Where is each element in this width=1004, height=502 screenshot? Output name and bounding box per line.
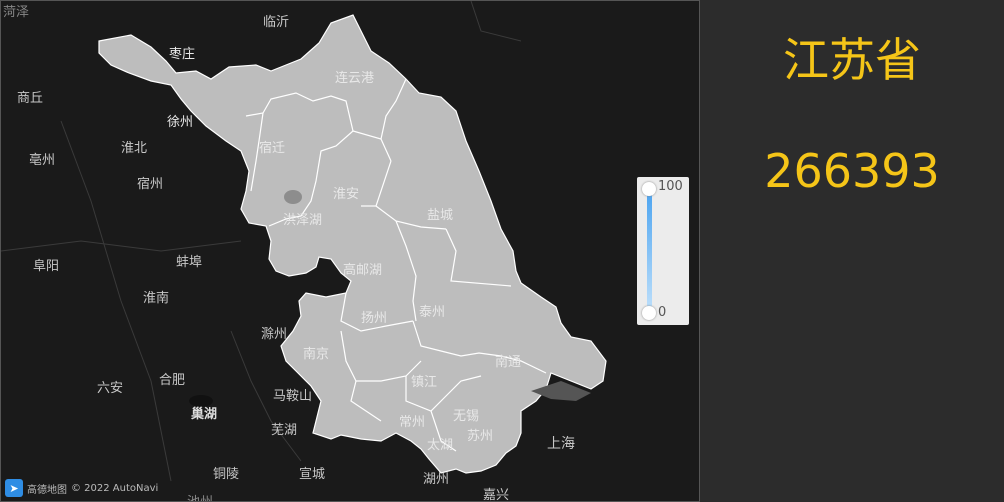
city-label: 泰州 [419,305,446,320]
map-attribution: ➤ 高德地图 © 2022 AutoNavi [5,479,158,497]
city-label: 六安 [97,381,124,396]
city-label: 常州 [399,415,426,430]
city-label: 枣庄 [169,47,196,62]
city-label: 阜阳 [33,259,60,274]
city-label: 太湖 [427,438,454,453]
city-label: 湖州 [423,472,450,487]
city-label: 滁州 [261,327,288,342]
legend-max-label: 100 [658,179,683,194]
city-label: 商丘 [17,91,44,106]
city-label: 嘉兴 [483,488,510,502]
city-label: 连云港 [335,71,375,86]
city-label: 南通 [495,355,522,370]
province-name: 江苏省 [783,33,921,87]
legend-max-handle[interactable] [642,182,656,196]
city-label: 高邮湖 [343,263,383,278]
city-label: 淮安 [333,187,360,202]
city-label: 临沂 [263,15,290,30]
city-label: 徐州 [167,115,194,130]
city-label: 洪泽湖 [283,213,323,228]
map-view[interactable]: 临沂 枣庄 商丘 徐州 淮北 亳州 宿州 宿迁 连云港 淮安 盐城 洪泽湖 阜阳… [0,0,700,502]
legend-min-handle[interactable] [642,306,656,320]
city-label: 苏州 [467,429,494,444]
attribution-copyright: © 2022 AutoNavi [71,482,159,494]
city-label: 蚌埠 [176,255,203,270]
city-label: 宿迁 [259,141,286,156]
root: 临沂 枣庄 商丘 徐州 淮北 亳州 宿州 宿迁 连云港 淮安 盐城 洪泽湖 阜阳… [0,0,1004,502]
legend-gradient-bar [647,189,652,313]
city-label: 铜陵 [213,467,240,482]
city-label: 扬州 [361,311,388,326]
city-label: 淮北 [121,141,148,156]
city-label: 菏泽 [3,5,30,20]
visual-map-legend[interactable]: 100 0 [637,177,689,325]
lake-hongze [284,190,302,204]
navigation-arrow-icon: ➤ [5,479,23,497]
city-label: 无锡 [453,409,480,424]
legend-min-label: 0 [658,305,667,320]
city-label: 亳州 [29,153,56,168]
city-label: 淮南 [143,291,170,306]
city-label: 镇江 [411,375,438,390]
city-label: 马鞍山 [273,389,313,404]
city-label: 上海 [547,436,575,452]
city-label: 南京 [303,347,330,362]
city-label: 芜湖 [271,423,298,438]
city-label: 宿州 [137,177,164,192]
city-label: 合肥 [159,373,186,388]
info-panel: 江苏省 266393 [700,0,1004,502]
city-label: 池州 [187,491,213,501]
city-label: 宣城 [299,467,326,482]
city-label: 盐城 [427,208,454,223]
attribution-logo-text: 高德地图 [27,484,67,496]
city-label: 巢湖 [191,407,218,422]
province-value: 266393 [764,144,940,198]
